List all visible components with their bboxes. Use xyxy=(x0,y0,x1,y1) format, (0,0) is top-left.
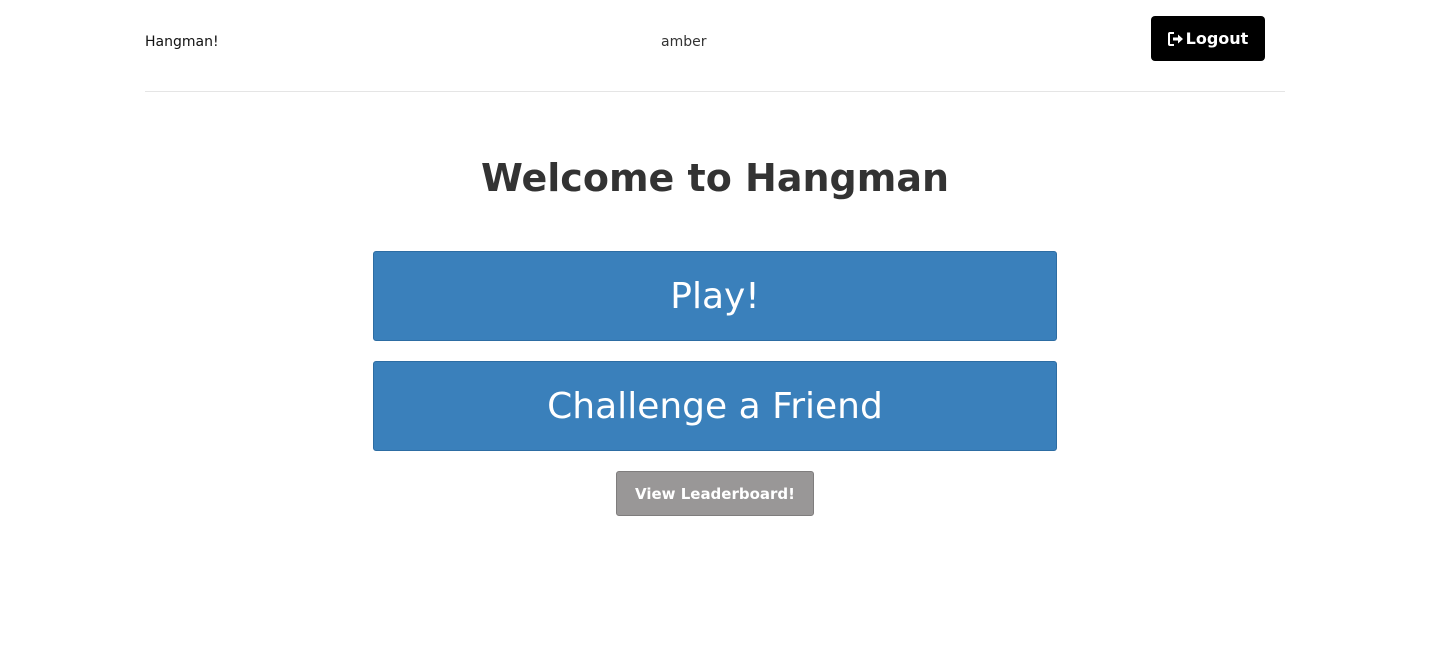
page-title: Welcome to Hangman xyxy=(480,156,950,200)
view-leaderboard-button[interactable]: View Leaderboard! xyxy=(616,471,814,516)
challenge-friend-button[interactable]: Challenge a Friend xyxy=(373,361,1057,451)
username-label: amber xyxy=(661,34,707,50)
logout-label: Logout xyxy=(1185,29,1249,48)
logout-button[interactable]: Logout xyxy=(1151,16,1265,61)
top-navbar: Hangman! amber Logout xyxy=(145,0,1285,92)
sign-out-icon xyxy=(1167,31,1184,46)
brand-title: Hangman! xyxy=(145,34,219,50)
play-button[interactable]: Play! xyxy=(373,251,1057,341)
